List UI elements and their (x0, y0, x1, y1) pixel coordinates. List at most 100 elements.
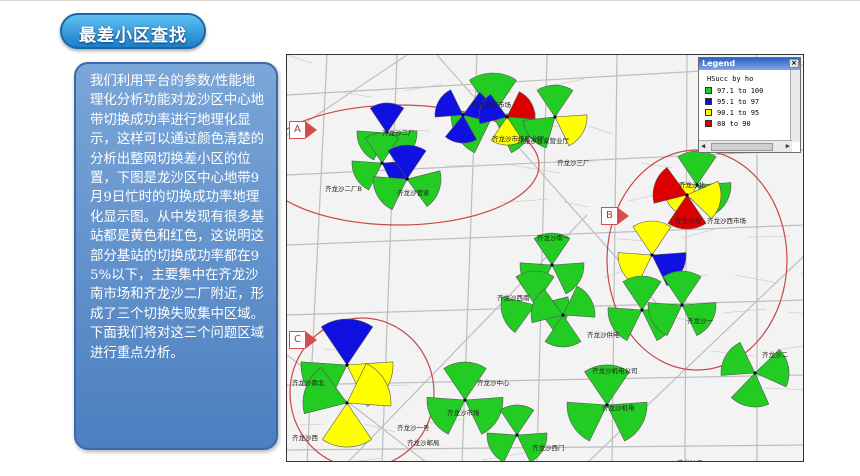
street-line (363, 423, 396, 433)
callout-a-label: A (289, 121, 305, 139)
cell-label: 齐龙沙供电 (587, 330, 620, 339)
street-line (356, 457, 384, 461)
callout-c-arrow (304, 331, 317, 349)
cell-label: 齐龙沙机电公司 (592, 366, 638, 375)
callout-b-arrow (616, 207, 629, 225)
street-line (563, 201, 590, 208)
close-icon[interactable]: × (789, 59, 799, 68)
street-line (763, 387, 803, 390)
cell-label: 齐龙沙南市场 (472, 100, 512, 109)
legend-subtitle: HSucc by ho (707, 75, 754, 83)
legend-range: 90.1 to 95 (717, 108, 760, 117)
cell-label: 齐龙沙一号 (397, 423, 430, 432)
cell-label: 齐龙沙二厂 (382, 128, 415, 137)
legend-range: 80 to 90 (717, 119, 751, 128)
street-line (746, 235, 791, 238)
cell-label: 齐龙沙市场 (447, 408, 480, 417)
street-line (298, 423, 325, 426)
cell-label: 齐龙沙管家营业厅 (517, 136, 570, 145)
site-dot (553, 115, 557, 119)
site-dot (650, 253, 654, 257)
legend-item: 97.1 to 100 (705, 86, 763, 95)
section-title-badge: 最差小区查找 (60, 13, 206, 49)
cell-label: 齐龙沙西 (292, 433, 319, 442)
cell-sector (566, 401, 608, 442)
street-line (417, 460, 420, 461)
site-dot (685, 193, 689, 197)
street-line (498, 198, 549, 204)
cell-sector (632, 220, 672, 256)
callout-c-label: C (289, 331, 305, 349)
street-line (775, 345, 803, 351)
callout-b-label: B (601, 207, 617, 225)
site-dot (463, 398, 467, 402)
site-dot (345, 363, 349, 367)
top-divider (0, 0, 860, 1)
cell-label: 齐龙沙西门 (532, 443, 565, 452)
cell-label: 齐龙沙一 (687, 316, 714, 325)
street-line (640, 162, 673, 169)
site-dot (405, 177, 409, 181)
cell-label: 齐龙沙南一 (537, 233, 570, 242)
cell-sector (677, 150, 717, 186)
site-dot (640, 308, 644, 312)
site-dot (680, 303, 684, 307)
cell-sector (499, 404, 535, 436)
cell-label: 齐龙沙管家 (397, 188, 430, 197)
cell-sector (720, 341, 756, 376)
cell-sector (506, 91, 536, 120)
description-text: 我们利用平台的参数/性能地理化分析功能对龙沙区中心地带切换成功率进行地理化显示，… (90, 74, 265, 361)
legend-window[interactable]: Legend × HSucc by ho 97.1 to 100 95.1 to… (698, 57, 801, 153)
legend-item: 90.1 to 95 (705, 108, 759, 117)
legend-swatch (705, 98, 712, 105)
scroll-right-icon[interactable]: ▶ (786, 142, 790, 150)
legend-swatch (705, 109, 712, 116)
cell-label: 齐龙沙三厂 (557, 158, 590, 167)
cell-label: 齐龙沙北 (679, 180, 706, 189)
cell-sector (730, 372, 770, 408)
legend-item: 80 to 90 (705, 119, 751, 128)
cell-sector (434, 89, 464, 118)
cell-sector (500, 296, 536, 333)
cell-label: 齐龙沙二 (762, 350, 789, 359)
legend-range: 97.1 to 100 (717, 86, 764, 95)
cell-sector (320, 318, 374, 366)
site-dot (753, 371, 757, 375)
callout-a-arrow (304, 121, 317, 139)
cell-label: 齐龙沙二厂B (325, 184, 362, 193)
site-dot (380, 161, 384, 165)
site-dot (461, 113, 465, 117)
legend-range: 95.1 to 97 (717, 97, 760, 106)
legend-vertical-scrollbar[interactable] (790, 70, 800, 142)
callout-c: C (289, 331, 317, 349)
legend-titlebar[interactable]: Legend × (699, 58, 800, 70)
callout-a: A (289, 121, 317, 139)
page-title: 最差小区查找 (79, 26, 187, 46)
geo-map[interactable]: 齐龙沙南市场 齐龙沙二厂 齐龙沙二厂B 齐龙沙管家 齐龙沙市场营业厅 齐龙沙管家营业厅 齐龙… (286, 54, 804, 462)
site-dot (345, 401, 349, 405)
site-dot (561, 313, 565, 317)
cell-label: 齐龙沙三 (677, 458, 704, 462)
scroll-left-icon[interactable]: ◀ (701, 142, 705, 150)
street-line (799, 273, 803, 275)
cell-label: 齐龙沙东 (675, 216, 702, 225)
street-line (287, 55, 313, 64)
description-panel: 我们利用平台的参数/性能地理化分析功能对龙沙区中心地带切换成功率进行地理化显示，… (74, 62, 278, 450)
site-dot (515, 433, 519, 437)
scrollbar-thumb[interactable] (711, 143, 773, 151)
legend-swatch (705, 87, 712, 94)
legend-horizontal-scrollbar[interactable]: ◀ ▶ (699, 140, 792, 152)
street-line (787, 311, 803, 314)
legend-title: Legend (702, 59, 736, 68)
cell-label: 齐龙沙西市场 (707, 216, 747, 225)
site-dot (550, 263, 554, 267)
legend-swatch (705, 120, 712, 127)
street-line (587, 125, 614, 135)
cell-sector (662, 270, 702, 306)
cell-label: 齐龙沙西南 (497, 293, 530, 302)
callout-b: B (601, 207, 629, 225)
cell-label: 齐龙沙南北 (292, 378, 325, 387)
site-dot (505, 115, 509, 119)
cell-label: 齐龙沙中心 (477, 378, 510, 387)
cell-label: 齐龙沙机电 (602, 403, 635, 412)
